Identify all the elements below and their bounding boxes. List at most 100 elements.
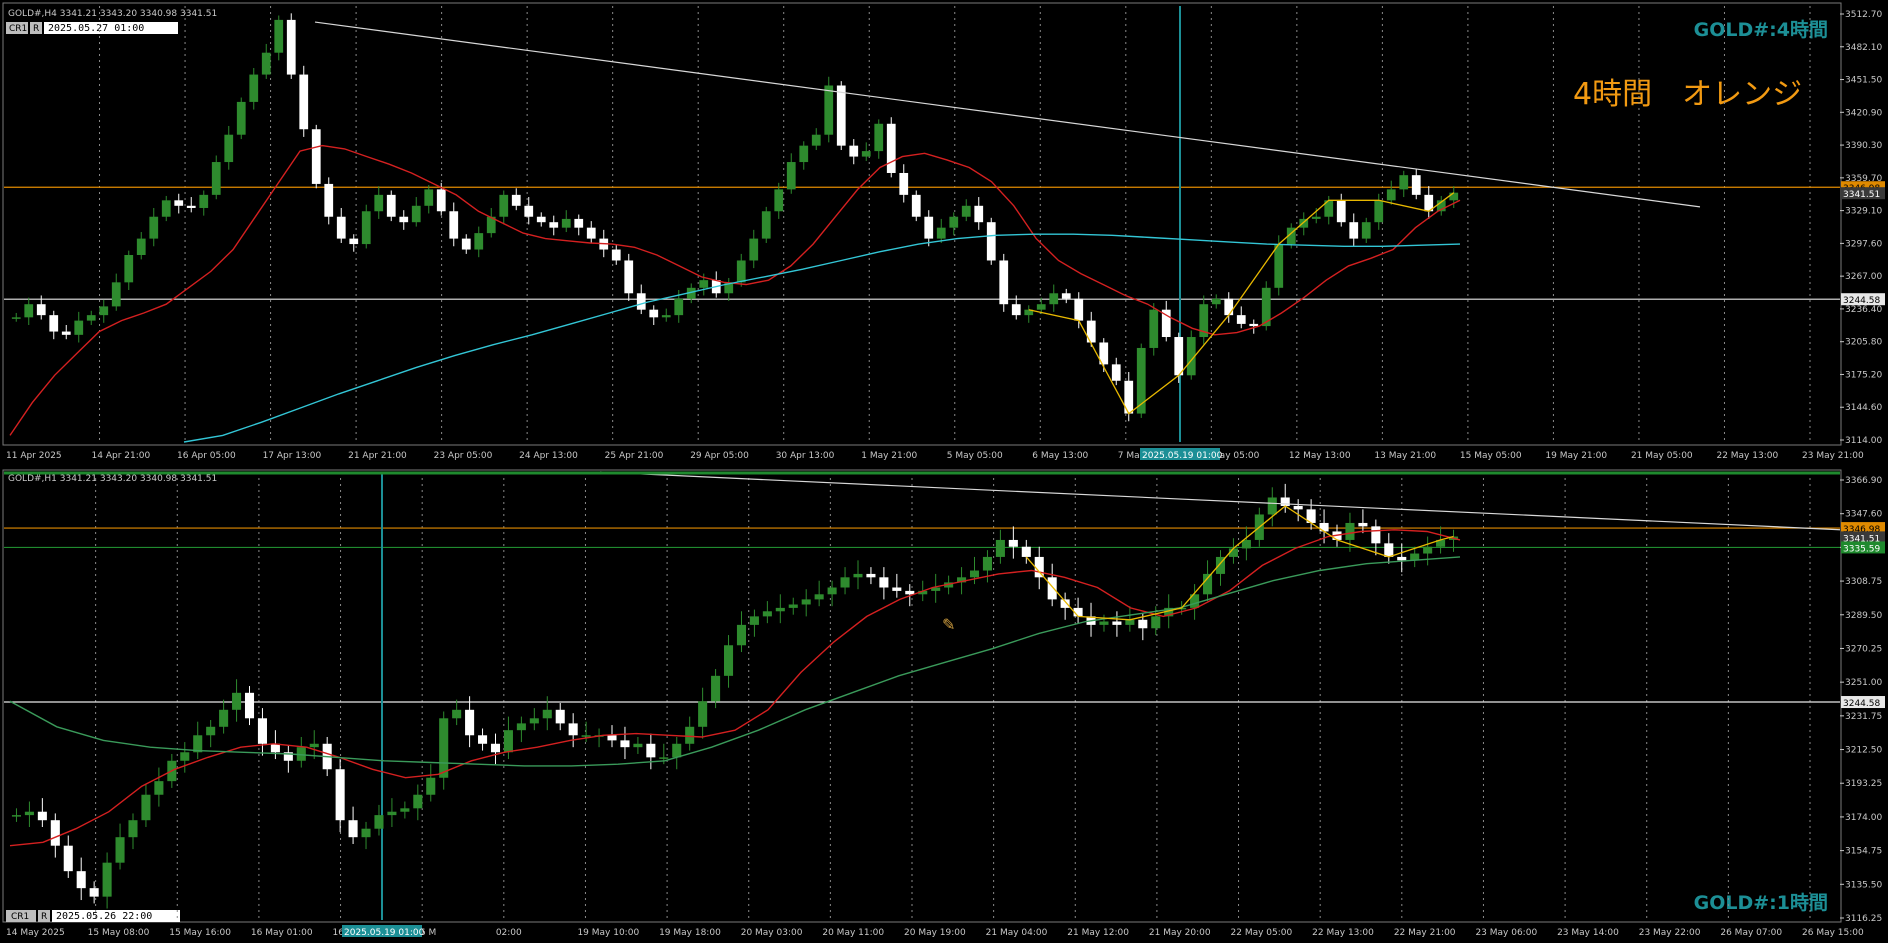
h1-time-tick-label: 26 May 07:00 (1720, 928, 1782, 938)
h1-candle-body (348, 820, 358, 838)
h1-candle-body (1138, 619, 1148, 629)
crosshair-tool-icon[interactable]: ✎ (942, 615, 955, 634)
h4-candle-body (399, 216, 409, 223)
h4-level-label: 3341.51 (1843, 190, 1880, 200)
h4-time-tick-label: 23 Apr 05:00 (434, 451, 493, 461)
h1-candle-body (11, 815, 22, 817)
h1-time-tick-label: 14 May 2025 (6, 928, 65, 938)
h1-candle-body (801, 599, 811, 605)
h1-time-tick-label: 22 May 13:00 (1312, 928, 1374, 938)
h1-candle-body (1423, 546, 1433, 554)
h4-candle-body (1036, 304, 1046, 310)
h4-candle-body (836, 85, 846, 146)
h4-candle-body (999, 260, 1009, 305)
h1-candle-body (503, 730, 513, 753)
h1-time-tick-label: 26 May 15:00 (1802, 928, 1864, 938)
h4-candle-body (361, 211, 371, 245)
h1-candle-body (529, 718, 539, 724)
h1-price-tick-label: 3347.60 (1845, 510, 1882, 520)
h1-cursor-time-label: 2025.05.19 01:00 (344, 928, 425, 938)
h4-candle-body (799, 145, 809, 163)
h4-candle-body (886, 123, 896, 173)
h1-candle-body (672, 743, 682, 758)
h1-candle-body (102, 862, 112, 897)
h1-candle-body (853, 573, 863, 578)
h4-time-tick-label: 11 Apr 2025 (6, 451, 62, 461)
h1-candle-body (387, 811, 397, 816)
h4-candle-body (199, 194, 209, 208)
h4-candle-body (424, 189, 434, 206)
h4-price-tick-label: 3236.40 (1845, 305, 1882, 315)
h1-candle-body (866, 573, 876, 578)
h4-candle-body (549, 222, 559, 228)
h4-price-tick-label: 3482.10 (1845, 43, 1882, 53)
h4-time-tick-label: 13 May 21:00 (1374, 451, 1436, 461)
h4-candle-body (1449, 192, 1459, 201)
h1-time-tick-label: 19 May 18:00 (659, 928, 721, 938)
h1-candle-body (555, 709, 565, 724)
h1-candle-body (762, 611, 772, 617)
h4-candle-body (586, 227, 596, 239)
h1-candle-body (1203, 573, 1213, 595)
h4-candle-body (1224, 298, 1234, 316)
h4-candle-body (674, 298, 684, 316)
h1-candle-body (542, 709, 552, 719)
h4-candle-body (774, 189, 784, 212)
h4-candle-body (436, 189, 446, 212)
h1-candle-body (400, 808, 410, 812)
h4-candle-body (699, 280, 709, 288)
h1-candle-body (141, 794, 151, 821)
h4-time-tick-label: 23 May 21:00 (1802, 451, 1864, 461)
h4-candle-body (1236, 315, 1246, 324)
h4-candle-body (461, 238, 471, 250)
h1-candle-body (1280, 497, 1290, 506)
h4-candle-body (661, 315, 671, 318)
h1-candle-body (413, 794, 423, 809)
h1-candle-body (1099, 621, 1109, 625)
h4-candle-body (1174, 337, 1184, 376)
h4-price-tick-label: 3390.30 (1845, 141, 1882, 151)
h1-candle-body (490, 743, 501, 753)
h4-candle-body (374, 194, 384, 212)
h4-annotation: 4時間 オレンジ (1573, 77, 1802, 112)
h1-price-tick-label: 3270.25 (1845, 644, 1882, 654)
h4-candle-body (1061, 293, 1071, 299)
h4-candle-body (974, 205, 984, 223)
h4-candle-body (1411, 175, 1421, 195)
h1-level-label: 3244.58 (1843, 699, 1880, 709)
h4-candle-body (624, 260, 634, 294)
h1-cursor-time: 2025.05.26 22:00 (56, 911, 152, 922)
h1-candle-body (749, 616, 759, 625)
h4-candle-body (949, 216, 959, 228)
h4-candle-body (299, 74, 309, 130)
h1-candle-body (646, 743, 656, 758)
h4-candle-body (899, 172, 909, 195)
h4-cursor-time-label: 2025.05.19 01:00 (1142, 451, 1223, 461)
h1-candle-body (1047, 577, 1057, 600)
h4-candle-body (811, 134, 821, 146)
h1-time-tick-label: 19 May 10:00 (577, 928, 639, 938)
h4-candle-body (524, 205, 534, 217)
h4-candle-body (1011, 304, 1021, 316)
h4-candle-body (1349, 222, 1359, 239)
h1-price-tick-label: 3193.25 (1845, 779, 1882, 789)
h1-level-label: 3335.59 (1843, 544, 1880, 554)
h1-candle-body (232, 692, 242, 710)
h1-candle-body (659, 757, 669, 759)
h4-level-label: 3244.58 (1843, 296, 1880, 306)
h4-time-tick-label: 6 May 13:00 (1032, 451, 1088, 461)
h4-r-label: R (33, 24, 39, 34)
h4-candle-body (411, 205, 421, 223)
h4-time-tick-label: 5 May 05:00 (947, 451, 1003, 461)
h1-candle-body (426, 777, 436, 795)
h1-candle-body (24, 811, 34, 816)
h4-candle-body (49, 315, 59, 332)
h1-candle-body (1358, 522, 1368, 527)
h4-price-tick-label: 3420.90 (1845, 108, 1882, 118)
h4-candle-body (111, 282, 121, 307)
h4-candle-body (499, 194, 509, 217)
h1-price-tick-label: 3154.75 (1845, 847, 1882, 857)
h4-price-tick-label: 3297.60 (1845, 239, 1882, 249)
h1-candle-body (115, 837, 125, 863)
h1-time-tick-label: 23 May 22:00 (1639, 928, 1701, 938)
